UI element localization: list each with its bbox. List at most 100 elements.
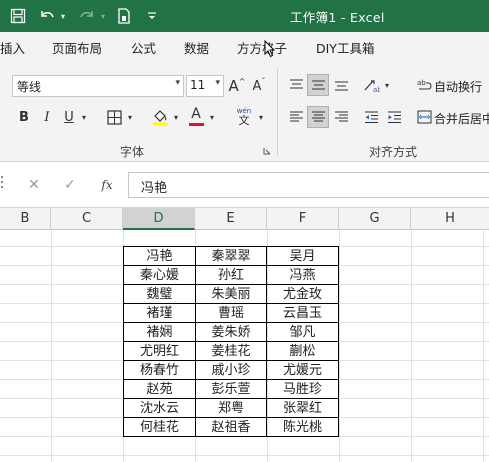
table-cell[interactable]: 赵祖香: [195, 417, 267, 437]
align-left-button[interactable]: [286, 106, 306, 128]
font-dialog-launcher-icon[interactable]: [262, 146, 272, 156]
column-header-b[interactable]: B: [0, 208, 51, 230]
window-title: 工作簿1 - Excel: [290, 10, 385, 25]
name-box-edge[interactable]: [1, 176, 3, 194]
decrease-indent-button[interactable]: [361, 106, 381, 128]
borders-button[interactable]: [104, 106, 124, 128]
undo-icon[interactable]: [36, 6, 58, 26]
formula-input[interactable]: 冯艳: [128, 172, 489, 198]
table-cell[interactable]: 赵苑: [123, 379, 196, 399]
undo-dropdown-icon[interactable]: ▾: [58, 6, 68, 26]
increase-indent-icon: [387, 111, 401, 123]
table-cell[interactable]: 邹凡: [266, 322, 339, 342]
table-row: 尤明红 姜桂花 蒯松: [123, 341, 339, 361]
names-table: 冯艳 秦翠翠 吴月 秦心媛 孙红 冯燕 魏璧 朱美丽 尤金玫 褚瑾 曹瑶 云昌玉…: [123, 246, 339, 437]
table-cell[interactable]: 尤媛元: [266, 360, 339, 380]
cancel-button[interactable]: ✕: [24, 174, 44, 196]
table-cell[interactable]: 杨春竹: [123, 360, 196, 380]
font-size-value: 11: [190, 78, 206, 92]
table-cell[interactable]: 彭乐萱: [195, 379, 267, 399]
fill-color-button[interactable]: [150, 106, 170, 128]
worksheet-grid[interactable]: 冯艳 秦翠翠 吴月 秦心媛 孙红 冯燕 魏璧 朱美丽 尤金玫 褚瑾 曹瑶 云昌玉…: [0, 230, 489, 462]
wrap-text-icon: ab: [415, 74, 433, 96]
table-row: 褚瑾 曹瑶 云昌玉: [123, 303, 339, 323]
table-cell[interactable]: 秦翠翠: [195, 246, 267, 266]
font-size-select[interactable]: 11 ▾: [186, 75, 224, 97]
tab-formulas[interactable]: 公式: [131, 38, 156, 57]
bold-button[interactable]: B: [14, 106, 34, 128]
tab-fangfanggezi[interactable]: 方方格子: [237, 38, 287, 57]
font-color-dropdown-icon[interactable]: ▾: [207, 106, 217, 128]
orientation-dropdown-icon[interactable]: ▾: [382, 74, 392, 96]
table-cell[interactable]: 吴月: [266, 246, 339, 266]
redo-icon[interactable]: [76, 6, 98, 26]
grow-font-button[interactable]: A ^: [228, 74, 246, 98]
increase-indent-button[interactable]: [384, 106, 404, 128]
column-header-h[interactable]: H: [411, 208, 489, 230]
table-cell[interactable]: 姜桂花: [195, 341, 267, 361]
svg-text:ab: ab: [373, 86, 380, 93]
save-icon[interactable]: [8, 6, 28, 26]
align-middle-button[interactable]: [307, 74, 329, 96]
borders-dropdown-icon[interactable]: ▾: [125, 106, 135, 128]
decrease-indent-icon: [364, 111, 378, 123]
table-cell[interactable]: 蒯松: [266, 341, 339, 361]
fill-color-dropdown-icon[interactable]: ▾: [171, 106, 181, 128]
redo-dropdown-icon[interactable]: ▾: [98, 6, 108, 26]
table-row: 褚娴 姜朱娇 邹凡: [123, 322, 339, 342]
column-header-c[interactable]: C: [51, 208, 123, 230]
table-cell[interactable]: 陈光桃: [266, 417, 339, 437]
phonetic-button[interactable]: wén 文: [234, 104, 254, 130]
format-painter-icon[interactable]: [114, 6, 134, 26]
align-top-button[interactable]: [286, 74, 306, 96]
merge-center-button[interactable]: 合并后居中: [434, 110, 489, 127]
mouse-cursor-icon: [264, 40, 276, 58]
align-bottom-icon: [334, 81, 348, 91]
table-cell[interactable]: 沈水云: [123, 398, 196, 418]
align-right-icon: [334, 111, 348, 122]
grow-font-icon: A: [228, 77, 239, 95]
column-header-g[interactable]: G: [339, 208, 411, 230]
underline-dropdown-icon[interactable]: ▾: [79, 106, 89, 128]
table-cell[interactable]: 云昌玉: [266, 303, 339, 323]
column-header-e[interactable]: E: [195, 208, 267, 230]
table-cell[interactable]: 马胜珍: [266, 379, 339, 399]
column-header-d[interactable]: D: [123, 208, 195, 230]
table-cell[interactable]: 褚娴: [123, 322, 196, 342]
phonetic-dropdown-icon[interactable]: ▾: [256, 106, 266, 128]
tab-page-layout[interactable]: 页面布局: [52, 38, 102, 57]
table-cell[interactable]: 戚小珍: [195, 360, 267, 380]
customize-qat-icon[interactable]: [144, 6, 160, 26]
shrink-font-button[interactable]: Aˇ: [250, 74, 268, 98]
table-cell[interactable]: 郑粤: [195, 398, 267, 418]
table-cell[interactable]: 尤明红: [123, 341, 196, 361]
column-header-f[interactable]: F: [267, 208, 339, 230]
table-cell[interactable]: 曹瑶: [195, 303, 267, 323]
table-cell[interactable]: 魏璧: [123, 284, 196, 304]
font-color-button[interactable]: A: [186, 104, 206, 128]
insert-function-button[interactable]: fx: [96, 174, 118, 196]
wrap-text-button[interactable]: 自动换行: [434, 78, 482, 95]
table-cell[interactable]: 冯燕: [266, 265, 339, 285]
tab-data[interactable]: 数据: [184, 38, 209, 57]
align-right-button[interactable]: [331, 106, 351, 128]
tab-insert[interactable]: 插入: [0, 38, 25, 57]
table-cell[interactable]: 褚瑾: [123, 303, 196, 323]
table-cell[interactable]: 尤金玫: [266, 284, 339, 304]
tab-diy-toolbox[interactable]: DIY工具箱: [316, 38, 374, 57]
italic-button[interactable]: I: [37, 106, 57, 128]
font-name-select[interactable]: 等线 ▾: [12, 75, 184, 97]
orientation-button[interactable]: ab: [361, 74, 381, 96]
table-cell[interactable]: 何桂花: [123, 417, 196, 437]
align-center-button[interactable]: [307, 106, 329, 128]
table-cell[interactable]: 张翠红: [266, 398, 339, 418]
align-bottom-button[interactable]: [331, 74, 351, 96]
table-cell[interactable]: 冯艳: [123, 246, 196, 266]
table-cell[interactable]: 朱美丽: [195, 284, 267, 304]
table-cell[interactable]: 秦心媛: [123, 265, 196, 285]
table-cell[interactable]: 姜朱娇: [195, 322, 267, 342]
chevron-down-icon: ▾: [215, 78, 220, 88]
table-cell[interactable]: 孙红: [195, 265, 267, 285]
enter-button[interactable]: ✓: [60, 174, 80, 196]
underline-button[interactable]: U: [60, 106, 78, 128]
